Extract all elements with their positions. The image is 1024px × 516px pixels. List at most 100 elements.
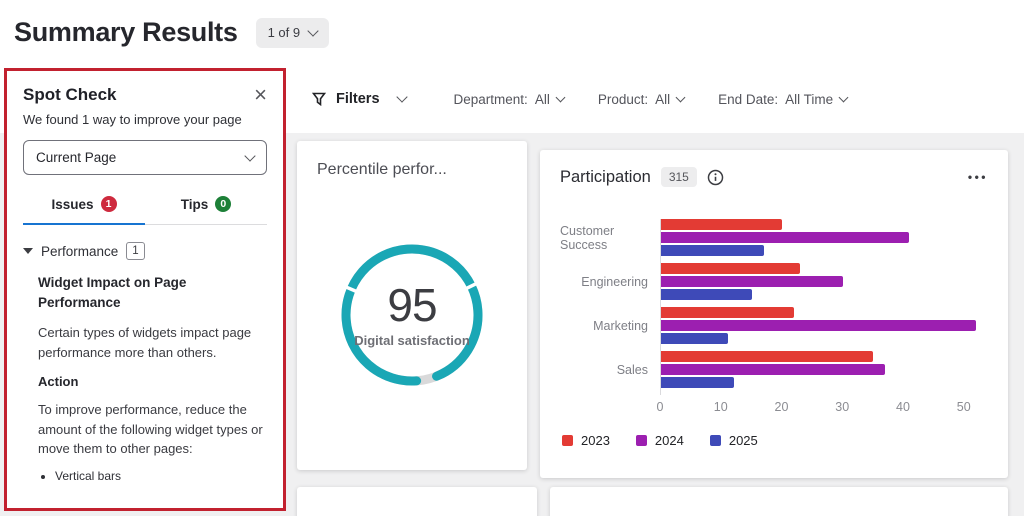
x-tick: 0 bbox=[657, 400, 664, 414]
chevron-down-icon bbox=[307, 25, 318, 36]
gauge-value: 95 bbox=[387, 282, 436, 328]
filters-label: Filters bbox=[336, 91, 380, 107]
gauge-label: Digital satisfaction bbox=[354, 333, 470, 348]
filter-name: Product: bbox=[598, 92, 648, 107]
spot-check-panel: Spot Check × We found 1 way to improve y… bbox=[4, 68, 286, 511]
bar-group bbox=[661, 219, 988, 256]
legend-label: 2025 bbox=[729, 433, 758, 448]
legend-swatch bbox=[636, 435, 647, 446]
legend-item[interactable]: 2023 bbox=[562, 433, 610, 448]
spot-check-subtitle: We found 1 way to improve your page bbox=[23, 112, 267, 127]
bar-group bbox=[661, 263, 988, 300]
bar-plot bbox=[660, 219, 988, 395]
x-tick: 20 bbox=[775, 400, 789, 414]
info-icon[interactable] bbox=[707, 169, 724, 186]
filter-value: All Time bbox=[785, 92, 833, 107]
category-label: Customer Success bbox=[560, 219, 660, 256]
bar-2024[interactable] bbox=[661, 364, 885, 375]
legend-label: 2023 bbox=[581, 433, 610, 448]
action-item: Vertical bars bbox=[55, 469, 267, 483]
tab-issues[interactable]: Issues 1 bbox=[23, 185, 145, 225]
bar-group bbox=[661, 351, 988, 388]
legend-swatch bbox=[710, 435, 721, 446]
x-axis-row: 01020304050 bbox=[560, 395, 988, 417]
bar-group bbox=[661, 307, 988, 344]
filter-name: Department: bbox=[454, 92, 528, 107]
widget-participation: Participation 315 ••• Customer Success En… bbox=[540, 150, 1008, 478]
section-label: Performance bbox=[41, 244, 118, 259]
filter-value: All bbox=[655, 92, 670, 107]
widget-title: Participation bbox=[560, 168, 651, 187]
bar-2024[interactable] bbox=[661, 232, 909, 243]
performance-section-toggle[interactable]: Performance 1 bbox=[23, 242, 267, 260]
tab-tips[interactable]: Tips 0 bbox=[145, 185, 267, 225]
legend-item[interactable]: 2024 bbox=[636, 433, 684, 448]
filter-department[interactable]: Department: All bbox=[454, 92, 564, 107]
chevron-down-icon bbox=[244, 150, 255, 161]
bar-2023[interactable] bbox=[661, 219, 782, 230]
participation-bar-chart: Customer Success Engineering Marketing Sale… bbox=[540, 219, 1008, 417]
chevron-down-icon bbox=[555, 93, 565, 103]
widget-card-stub bbox=[297, 487, 537, 516]
bar-2025[interactable] bbox=[661, 333, 728, 344]
filter-value: All bbox=[535, 92, 550, 107]
widget-header: Participation 315 ••• bbox=[540, 150, 1008, 187]
filters-dropdown[interactable]: Filters bbox=[312, 91, 406, 107]
widget-menu-button[interactable]: ••• bbox=[968, 170, 988, 184]
widget-title: Percentile perfor... bbox=[297, 141, 527, 179]
filter-end-date[interactable]: End Date: All Time bbox=[718, 92, 847, 107]
category-label: Marketing bbox=[560, 307, 660, 344]
legend-swatch bbox=[562, 435, 573, 446]
tips-count-badge: 0 bbox=[215, 196, 231, 212]
x-tick: 40 bbox=[896, 400, 910, 414]
scope-select[interactable]: Current Page bbox=[23, 140, 267, 175]
chevron-down-icon bbox=[676, 93, 686, 103]
x-tick: 30 bbox=[835, 400, 849, 414]
action-items-list: Vertical bars bbox=[55, 469, 267, 483]
tab-label: Tips bbox=[181, 197, 209, 212]
spot-check-tabs: Issues 1 Tips 0 bbox=[23, 185, 267, 225]
bar-2024[interactable] bbox=[661, 320, 976, 331]
page-title: Summary Results bbox=[14, 17, 238, 48]
page-selector-dropdown[interactable]: 1 of 9 bbox=[256, 18, 330, 48]
scope-select-value: Current Page bbox=[36, 150, 116, 165]
action-text: To improve performance, reduce the amoun… bbox=[38, 400, 267, 459]
bar-2024[interactable] bbox=[661, 276, 843, 287]
chart-legend: 2023 2024 2025 bbox=[540, 433, 1008, 448]
spot-check-title: Spot Check bbox=[23, 85, 117, 105]
caret-down-icon bbox=[23, 248, 33, 254]
bar-category-labels: Customer Success Engineering Marketing Sale… bbox=[560, 219, 660, 395]
close-icon[interactable]: × bbox=[254, 84, 267, 106]
issues-count-badge: 1 bbox=[101, 196, 117, 212]
gauge-center: 95 Digital satisfaction bbox=[332, 235, 492, 395]
top-bar: Summary Results 1 of 9 bbox=[0, 0, 1024, 65]
summary-results-page: Summary Results 1 of 9 Hide filters (4) bbox=[0, 0, 1024, 516]
widget-card-stub bbox=[550, 487, 1008, 516]
filter-product[interactable]: Product: All bbox=[598, 92, 684, 107]
bar-2025[interactable] bbox=[661, 289, 752, 300]
section-count: 1 bbox=[126, 242, 144, 260]
issue-title: Widget Impact on Page Performance bbox=[38, 273, 218, 312]
issue-description: Certain types of widgets impact page per… bbox=[38, 323, 267, 362]
widget-percentile-performance: Percentile perfor... 95 Digital satisfac… bbox=[297, 141, 527, 470]
category-label: Sales bbox=[560, 351, 660, 388]
chevron-down-icon bbox=[396, 91, 407, 102]
legend-label: 2024 bbox=[655, 433, 684, 448]
bar-2023[interactable] bbox=[661, 351, 873, 362]
x-axis: 01020304050 bbox=[660, 395, 988, 417]
legend-item[interactable]: 2025 bbox=[710, 433, 758, 448]
chevron-down-icon bbox=[839, 93, 849, 103]
bar-2025[interactable] bbox=[661, 377, 734, 388]
bar-2023[interactable] bbox=[661, 263, 800, 274]
page-selector-value: 1 of 9 bbox=[268, 25, 301, 40]
action-label: Action bbox=[38, 374, 267, 389]
bar-2025[interactable] bbox=[661, 245, 764, 256]
category-label: Engineering bbox=[560, 263, 660, 300]
x-tick: 10 bbox=[714, 400, 728, 414]
filter-name: End Date: bbox=[718, 92, 778, 107]
funnel-icon bbox=[312, 92, 326, 106]
tab-label: Issues bbox=[51, 197, 93, 212]
issue-details: Widget Impact on Page Performance Certai… bbox=[38, 273, 267, 483]
bar-2023[interactable] bbox=[661, 307, 794, 318]
donut-gauge: 95 Digital satisfaction bbox=[332, 235, 492, 395]
